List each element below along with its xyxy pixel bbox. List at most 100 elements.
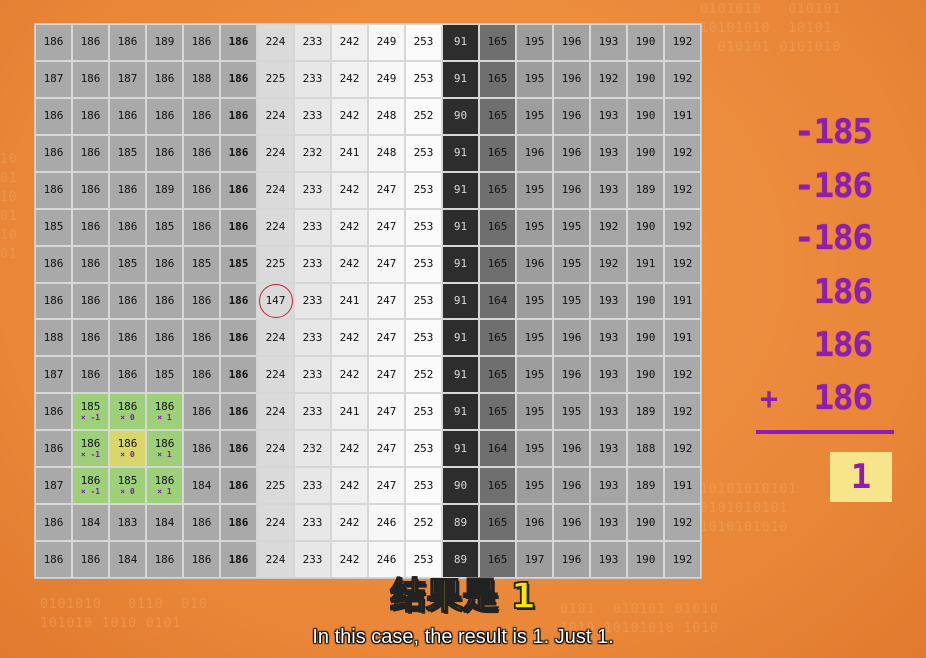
- cell-value: 89: [453, 552, 468, 566]
- grid-cell: 186: [183, 504, 220, 542]
- cell-value: 186: [43, 257, 64, 271]
- cell-value: 247: [376, 257, 397, 271]
- cell-value: 252: [413, 109, 434, 123]
- grid-cell: 192: [664, 60, 701, 98]
- cell-value: 186: [154, 146, 175, 160]
- cell-value: 186: [43, 552, 64, 566]
- cell-value: 252: [413, 367, 434, 381]
- cell-value: 186: [228, 183, 249, 197]
- cell-value: 165: [487, 72, 508, 86]
- cell-value: 225: [265, 478, 286, 492]
- cell-value: 186: [228, 404, 249, 418]
- cell-value: 186: [117, 220, 138, 234]
- grid-cell: 185: [146, 356, 183, 394]
- grid-cell: 186: [72, 245, 109, 283]
- grid-cell: 224: [257, 430, 294, 468]
- cell-value: 186: [154, 257, 175, 271]
- cell-value: 233: [302, 515, 323, 529]
- grid-cell: 164: [479, 430, 516, 468]
- grid-cell: 196: [553, 504, 590, 542]
- cell-value: 185: [43, 220, 64, 234]
- cell-value: 186: [228, 293, 249, 307]
- grid-cell: 91: [442, 282, 479, 320]
- grid-cell: 248: [368, 134, 405, 172]
- cell-value: 247: [376, 367, 397, 381]
- cell-value: 192: [598, 72, 619, 86]
- cell-value: 195: [561, 220, 582, 234]
- grid-cell: 193: [590, 171, 627, 209]
- grid-cell: 224: [257, 134, 294, 172]
- cell-value: 193: [598, 109, 619, 123]
- cell-value: 195: [524, 72, 545, 86]
- grid-cell: 195: [553, 282, 590, 320]
- cell-value: 196: [561, 35, 582, 49]
- grid-cell: 186 × -1: [72, 430, 109, 468]
- cell-value: 186: [191, 552, 212, 566]
- cell-value: 186: [80, 367, 101, 381]
- cell-value: 224: [265, 515, 286, 529]
- grid-cell: 190: [627, 319, 664, 357]
- cell-value: 186: [228, 552, 249, 566]
- cell-value: 241: [339, 293, 360, 307]
- grid-cell: 247: [368, 467, 405, 505]
- cell-value: 190: [635, 220, 656, 234]
- grid-cell: 185 × 0: [109, 467, 146, 505]
- grid-cell: 225: [257, 60, 294, 98]
- cell-value: 185: [191, 257, 212, 271]
- cell-value: 192: [672, 367, 693, 381]
- cell-value: 190: [635, 367, 656, 381]
- cell-value: 233: [302, 109, 323, 123]
- grid-cell: 186 × 1: [146, 430, 183, 468]
- grid-cell: 193: [590, 24, 627, 61]
- cell-value: 165: [487, 220, 508, 234]
- grid-cell: 242: [331, 356, 368, 394]
- grid-cell: 247: [368, 356, 405, 394]
- grid-cell: 186: [35, 430, 72, 468]
- grid-cell: 195: [516, 24, 553, 61]
- grid-cell: 186: [109, 356, 146, 394]
- grid-cell: 253: [405, 208, 442, 246]
- grid-cell: 233: [294, 467, 331, 505]
- cell-value: 186: [228, 72, 249, 86]
- cell-value: 186: [80, 293, 101, 307]
- grid-cell: 196: [553, 467, 590, 505]
- grid-cell: 253: [405, 60, 442, 98]
- grid-cell: 186: [220, 319, 257, 357]
- cell-value: 186: [191, 35, 212, 49]
- kernel-weight: × 1: [157, 450, 172, 460]
- cell-value: 89: [453, 515, 468, 529]
- cell-value: 195: [561, 404, 582, 418]
- cell-value: 186: [43, 293, 64, 307]
- cell-value: 186: [117, 330, 138, 344]
- grid-cell: 91: [442, 60, 479, 98]
- cell-value: 196: [561, 515, 582, 529]
- grid-cell: 196: [553, 356, 590, 394]
- cell-value: 195: [524, 367, 545, 381]
- cell-value: 247: [376, 220, 397, 234]
- cell-value: 192: [672, 441, 693, 455]
- grid-cell: 186: [72, 208, 109, 246]
- cell-value: 233: [302, 220, 323, 234]
- grid-cell: 195: [553, 393, 590, 431]
- cell-value: 196: [524, 146, 545, 160]
- cell-value: 187: [43, 72, 64, 86]
- grid-cell: 192: [590, 208, 627, 246]
- grid-cell: 195: [516, 467, 553, 505]
- grid-cell: 165: [479, 134, 516, 172]
- pixel-value-grid: 186 186 186 189 186 186 224 233 242 249 253 91 165 19…: [34, 23, 702, 579]
- grid-cell: 224: [257, 319, 294, 357]
- calc-term-1: -185: [794, 112, 873, 152]
- grid-cell: 252: [405, 97, 442, 135]
- grid-cell: 185: [109, 134, 146, 172]
- grid-cell: 186: [220, 208, 257, 246]
- cell-value: 253: [413, 478, 434, 492]
- kernel-weight: × 0: [120, 413, 135, 423]
- grid-cell: 249: [368, 60, 405, 98]
- cell-value: 191: [672, 478, 693, 492]
- grid-cell: 241: [331, 134, 368, 172]
- grid-cell: 186 × 1: [146, 467, 183, 505]
- cell-value: 186: [80, 183, 101, 197]
- grid-cell: 185: [35, 208, 72, 246]
- grid-cell: 225: [257, 467, 294, 505]
- cell-value: 193: [598, 552, 619, 566]
